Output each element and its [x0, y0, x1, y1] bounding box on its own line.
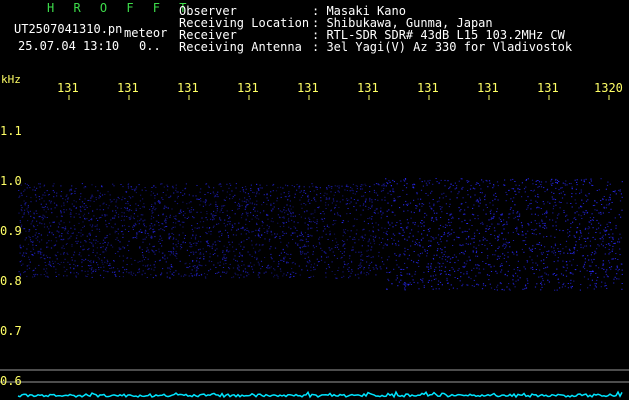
file-name: UT2507041310.pn [14, 22, 123, 36]
time-tick-label: 131 [237, 81, 259, 95]
count-label: 0.. [139, 39, 161, 53]
time-tick-label: 131 [477, 81, 499, 95]
freq-tick-label: 0.6 [0, 374, 22, 388]
time-tick-label: 131 [297, 81, 319, 95]
freq-tick-label: 0.7 [0, 324, 22, 338]
freq-tick-label: 0.9 [0, 224, 22, 238]
time-tick-label: 1320 [594, 81, 623, 95]
datetime-label: 25.07.04 13:10 [18, 39, 120, 53]
brand-title: H R O F F T [47, 1, 193, 15]
noise-floor-trace [17, 390, 623, 399]
freq-tick-label: 1.0 [0, 174, 22, 188]
time-tick-label: 131 [177, 81, 199, 95]
time-tick-label: 131 [537, 81, 559, 95]
antenna-value: : 3el Yagi(V) Az 330 for Vladivostok [312, 40, 573, 54]
frequency-unit-label: kHz [1, 73, 21, 86]
antenna-label: Receiving Antenna [179, 40, 302, 54]
time-tick-label: 131 [417, 81, 439, 95]
freq-tick-label: 0.8 [0, 274, 22, 288]
time-tick-marks [68, 95, 610, 100]
freq-tick-label: 1.1 [0, 124, 22, 138]
mode-label: meteor [124, 26, 168, 40]
time-tick-label: 131 [357, 81, 379, 95]
time-tick-label: 131 [57, 81, 79, 95]
spectrogram-display [0, 95, 629, 399]
time-tick-label: 131 [117, 81, 139, 95]
signal-noise-band [18, 178, 623, 291]
